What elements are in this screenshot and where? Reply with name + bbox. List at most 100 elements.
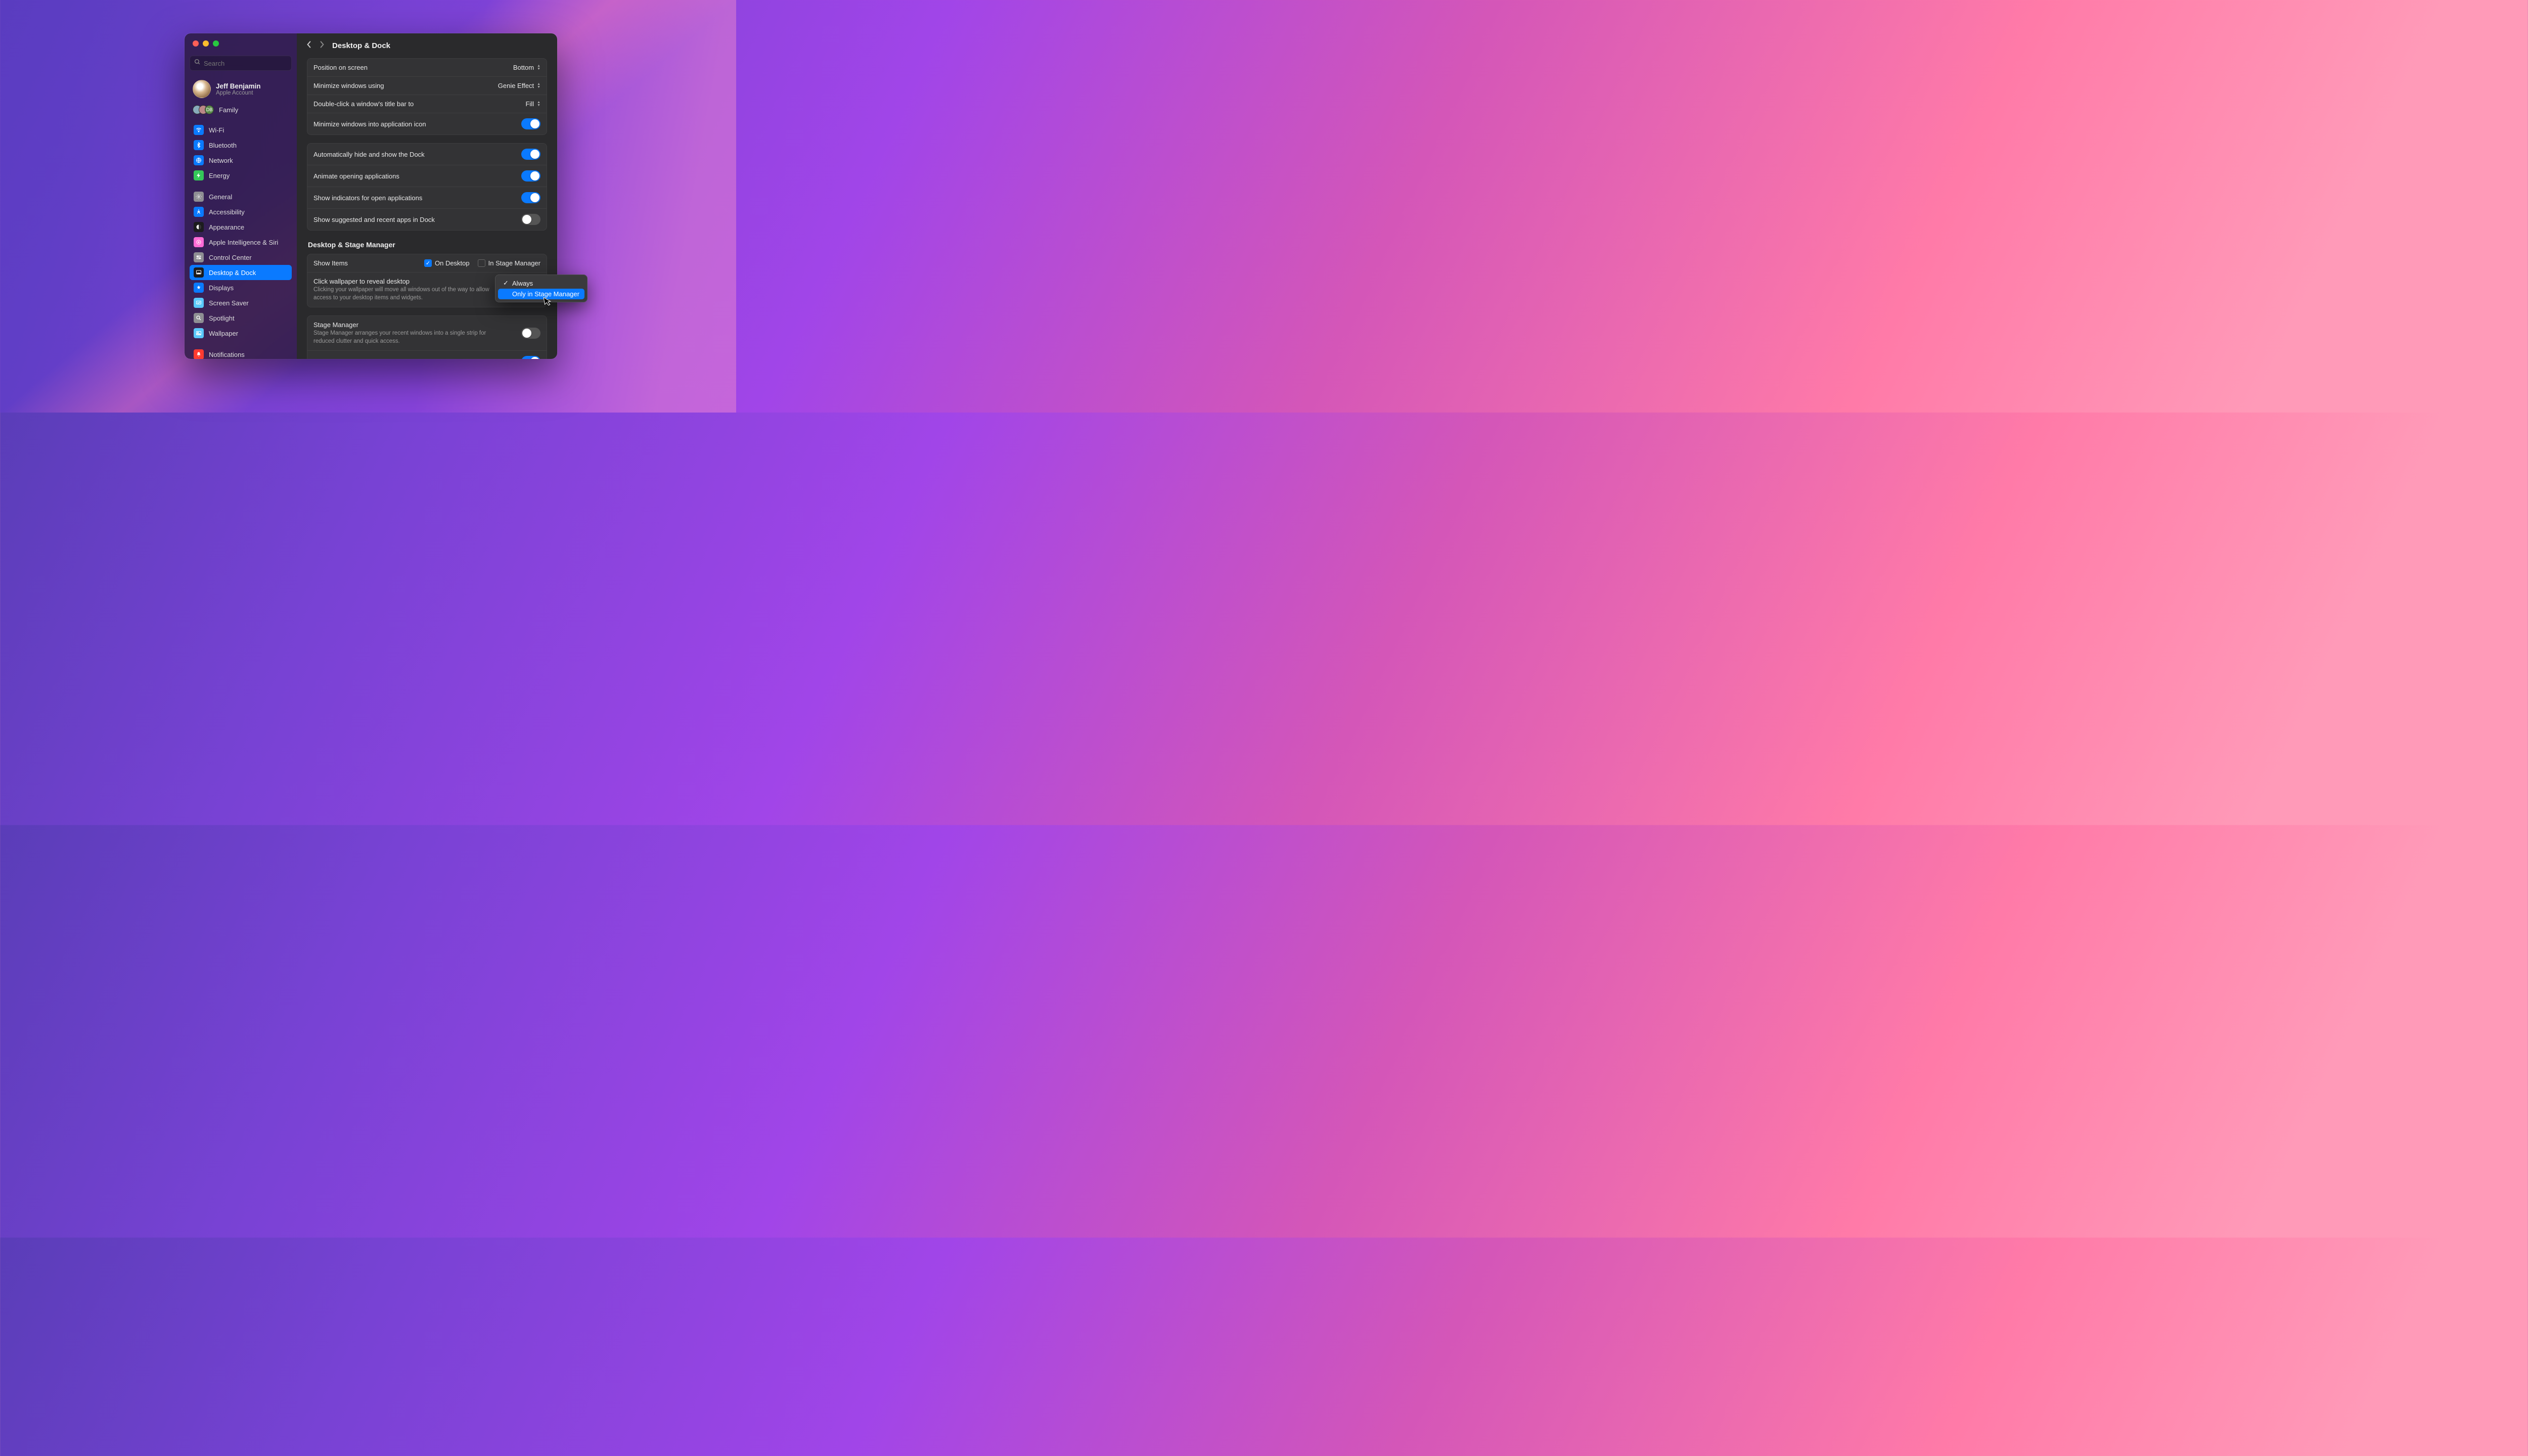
- chevron-up-down-icon: ▲▼: [537, 101, 540, 107]
- search-input[interactable]: [190, 56, 292, 71]
- system-settings-window: Jeff Benjamin Apple Account DB Family Wi…: [185, 33, 557, 359]
- sidebar-item-label: Displays: [209, 284, 234, 292]
- zoom-icon[interactable]: [213, 40, 219, 47]
- stage-manager-toggle[interactable]: [521, 328, 540, 339]
- bt-icon: [194, 140, 204, 150]
- sidebar-item-label: Wallpaper: [209, 330, 238, 337]
- minimize-using-popup[interactable]: Genie Effect ▲▼: [498, 82, 540, 89]
- sidebar-item-label: Screen Saver: [209, 299, 249, 307]
- sidebar-item-accessibility[interactable]: Accessibility: [190, 204, 292, 219]
- account-name: Jeff Benjamin: [216, 82, 261, 90]
- chevron-up-down-icon: ▲▼: [537, 83, 540, 89]
- stage-panel-toggle: Stage Manager Stage Manager arranges you…: [307, 315, 547, 359]
- dropdown-option-only-stage[interactable]: Only in Stage Manager: [498, 289, 584, 299]
- back-button[interactable]: [306, 40, 312, 51]
- sidebar-item-label: Bluetooth: [209, 142, 237, 149]
- sidebar-item-energy[interactable]: Energy: [190, 168, 292, 183]
- position-popup[interactable]: Bottom ▲▼: [513, 64, 540, 71]
- settings-scroll[interactable]: Position on screen Bottom ▲▼ Minimize wi…: [297, 58, 557, 359]
- cc-icon: [194, 252, 204, 262]
- indicators-label: Show indicators for open applications: [313, 194, 422, 202]
- app-icon: [194, 222, 204, 232]
- sidebar-item-wallpaper[interactable]: Wallpaper: [190, 326, 292, 341]
- family-avatars: DB: [193, 105, 214, 114]
- reveal-desktop-dropdown: ✓Always Only in Stage Manager: [495, 275, 588, 302]
- on-desktop-checkbox[interactable]: ✓ On Desktop: [424, 259, 470, 267]
- ai-icon: [194, 237, 204, 247]
- spot-icon: [194, 313, 204, 323]
- bolt-icon: [194, 170, 204, 180]
- show-items-label: Show Items: [313, 259, 348, 267]
- dock-panel-1: Position on screen Bottom ▲▼ Minimize wi…: [307, 58, 547, 135]
- dropdown-option-always[interactable]: ✓Always: [498, 278, 584, 289]
- sidebar-item-network[interactable]: Network: [190, 153, 292, 168]
- reveal-desktop-sub: Clicking your wallpaper will move all wi…: [313, 286, 495, 302]
- traffic-lights: [190, 40, 292, 55]
- double-click-popup[interactable]: Fill ▲▼: [525, 100, 540, 108]
- recent-stage-toggle[interactable]: [521, 356, 540, 359]
- forward-button[interactable]: [319, 40, 325, 51]
- sidebar-item-label: Energy: [209, 172, 230, 179]
- autohide-label: Automatically hide and show the Dock: [313, 151, 425, 158]
- avatar: [193, 80, 211, 98]
- animate-label: Animate opening applications: [313, 172, 399, 180]
- minimize-icon[interactable]: [203, 40, 209, 47]
- gear-icon: [194, 192, 204, 202]
- bell-icon: [194, 349, 204, 359]
- in-stage-manager-checkbox[interactable]: In Stage Manager: [478, 259, 540, 267]
- sidebar-item-label: Accessibility: [209, 208, 245, 216]
- sidebar-item-label: General: [209, 193, 232, 201]
- sidebar-item-label: Network: [209, 157, 233, 164]
- sidebar-item-notifications[interactable]: Notifications: [190, 347, 292, 359]
- acc-icon: [194, 207, 204, 217]
- sidebar-item-label: Control Center: [209, 254, 252, 261]
- ss-icon: [194, 298, 204, 308]
- sidebar-item-label: Appearance: [209, 223, 244, 231]
- sidebar: Jeff Benjamin Apple Account DB Family Wi…: [185, 33, 297, 359]
- sidebar-item-label: Notifications: [209, 351, 245, 358]
- dock-panel-2: Automatically hide and show the Dock Ani…: [307, 143, 547, 231]
- account-sub: Apple Account: [216, 90, 261, 96]
- suggested-label: Show suggested and recent apps in Dock: [313, 216, 435, 223]
- autohide-toggle[interactable]: [521, 149, 540, 160]
- minimize-into-icon-toggle[interactable]: [521, 118, 540, 129]
- recent-stage-label: Show recent apps in Stage Manager: [313, 358, 420, 359]
- sidebar-item-label: Wi-Fi: [209, 126, 224, 134]
- search-field[interactable]: [204, 60, 287, 67]
- reveal-desktop-label: Click wallpaper to reveal desktop: [313, 278, 495, 285]
- sidebar-item-control-center[interactable]: Control Center: [190, 250, 292, 265]
- sidebar-item-bluetooth[interactable]: Bluetooth: [190, 138, 292, 153]
- sidebar-item-screen-saver[interactable]: Screen Saver: [190, 295, 292, 310]
- indicators-toggle[interactable]: [521, 192, 540, 203]
- search-icon: [194, 59, 201, 68]
- stage-manager-label: Stage Manager: [313, 321, 495, 329]
- minimize-into-icon-label: Minimize windows into application icon: [313, 120, 426, 128]
- sidebar-item-spotlight[interactable]: Spotlight: [190, 310, 292, 326]
- suggested-toggle[interactable]: [521, 214, 540, 225]
- sidebar-item-label: Desktop & Dock: [209, 269, 256, 277]
- content-pane: Desktop & Dock Position on screen Bottom…: [297, 33, 557, 359]
- sidebar-item-apple-intelligence-siri[interactable]: Apple Intelligence & Siri: [190, 235, 292, 250]
- apple-account-row[interactable]: Jeff Benjamin Apple Account: [190, 78, 292, 100]
- stage-section-title: Desktop & Stage Manager: [307, 239, 547, 254]
- stage-manager-sub: Stage Manager arranges your recent windo…: [313, 330, 495, 345]
- net-icon: [194, 155, 204, 165]
- sidebar-item-appearance[interactable]: Appearance: [190, 219, 292, 235]
- sidebar-item-label: Apple Intelligence & Siri: [209, 239, 278, 246]
- dock-icon: [194, 267, 204, 278]
- double-click-label: Double-click a window's title bar to: [313, 100, 414, 108]
- chevron-up-down-icon: ▲▼: [537, 65, 540, 71]
- sidebar-item-desktop-dock[interactable]: Desktop & Dock: [190, 265, 292, 280]
- sidebar-item-displays[interactable]: Displays: [190, 280, 292, 295]
- sidebar-item-general[interactable]: General: [190, 189, 292, 204]
- sidebar-item-label: Spotlight: [209, 314, 235, 322]
- sidebar-item-wi-fi[interactable]: Wi-Fi: [190, 122, 292, 138]
- family-row[interactable]: DB Family: [190, 102, 292, 121]
- animate-toggle[interactable]: [521, 170, 540, 181]
- position-label: Position on screen: [313, 64, 368, 71]
- close-icon[interactable]: [193, 40, 199, 47]
- header: Desktop & Dock: [297, 33, 557, 58]
- family-label: Family: [219, 106, 238, 114]
- page-title: Desktop & Dock: [332, 41, 390, 50]
- disp-icon: [194, 283, 204, 293]
